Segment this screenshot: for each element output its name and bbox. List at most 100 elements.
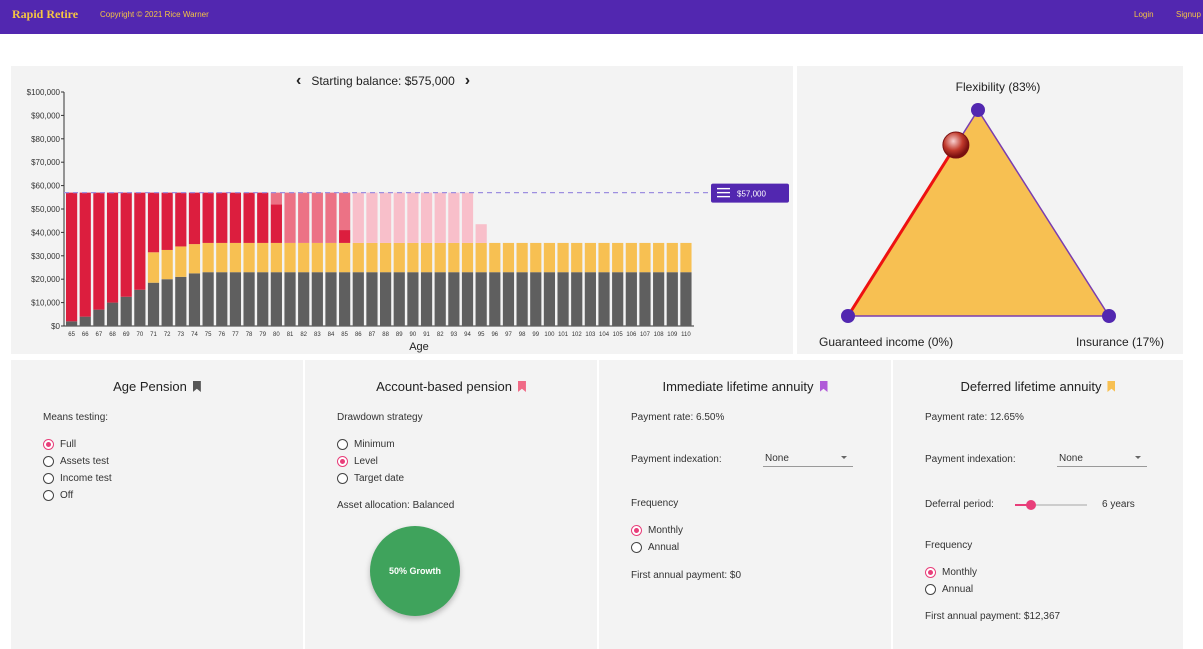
radio-button[interactable] [337, 472, 348, 484]
bar-segment [434, 272, 446, 326]
frequency-option[interactable]: Annual [925, 582, 973, 596]
bar-segment [147, 282, 160, 326]
bar-segment [298, 272, 310, 326]
bookmark-icon[interactable] [819, 381, 828, 392]
radio-button[interactable] [925, 566, 936, 578]
payment-indexation-select[interactable]: None [763, 451, 853, 467]
radio-label: Monthly [648, 524, 684, 536]
allocation-handle[interactable] [942, 131, 970, 159]
radio-button[interactable] [337, 438, 348, 450]
drawdown-option[interactable]: Target date [337, 471, 404, 485]
bookmark-icon[interactable] [192, 381, 201, 392]
login-link[interactable]: Login [1134, 10, 1154, 19]
bookmark-icon[interactable] [1107, 381, 1116, 392]
radio-button[interactable] [337, 455, 348, 467]
bar-segment [243, 192, 255, 243]
means-testing-option[interactable]: Full [43, 437, 76, 451]
payment-rate-text: Payment rate: 12.65% [925, 412, 1024, 423]
frequency-option[interactable]: Annual [631, 540, 679, 554]
x-tick-label: 68 [109, 332, 116, 338]
x-tick-label: 81 [287, 332, 294, 338]
bar-segment [311, 242, 323, 273]
bar-segment [93, 192, 105, 310]
drawdown-option[interactable]: Level [337, 454, 378, 468]
x-tick-label: 101 [558, 332, 569, 338]
bar-segment [461, 272, 474, 326]
drawdown-option[interactable]: Minimum [337, 437, 395, 451]
bar-segment [257, 242, 269, 273]
bar-segment [625, 272, 637, 326]
bar-segment [216, 272, 228, 326]
deferred-annuity-card: Deferred lifetime annuity Payment rate: … [893, 360, 1183, 649]
bar-segment [571, 272, 583, 326]
bar-segment [284, 272, 296, 326]
bar-segment [380, 272, 392, 326]
deferred-annuity-title-text: Deferred lifetime annuity [960, 379, 1102, 394]
growth-allocation-button[interactable]: 50% Growth [370, 526, 460, 616]
payment-indexation-select[interactable]: None [1057, 451, 1147, 467]
bar-segment [380, 242, 392, 273]
bar-segment [475, 272, 487, 326]
bar-segment [243, 272, 255, 326]
bar-segment [461, 242, 474, 273]
bar-segment [448, 242, 460, 273]
guaranteed-vertex[interactable] [841, 309, 855, 323]
means-testing-option[interactable]: Assets test [43, 454, 109, 468]
payment-indexation-label: Payment indexation: [631, 454, 722, 465]
bookmark-icon[interactable] [517, 381, 526, 392]
radio-button[interactable] [43, 472, 54, 484]
account-pension-title-text: Account-based pension [376, 379, 512, 394]
bar-segment [625, 242, 637, 273]
bar-segment [530, 242, 542, 273]
x-tick-label: 67 [96, 332, 103, 338]
x-tick-label: 85 [341, 332, 348, 338]
bar-segment [366, 242, 378, 273]
frequency-option[interactable]: Monthly [631, 523, 683, 537]
bar-segment [257, 192, 269, 243]
radio-button[interactable] [43, 489, 54, 501]
bar-segment [120, 192, 132, 297]
indexation-value: None [765, 453, 789, 464]
bar-segment [66, 321, 78, 326]
flexibility-vertex[interactable] [971, 103, 985, 117]
radio-button[interactable] [631, 541, 642, 553]
bar-segment [639, 272, 651, 326]
deferral-period-slider[interactable] [1015, 500, 1087, 510]
bar-segment [298, 192, 310, 243]
x-tick-label: 88 [382, 332, 389, 338]
means-testing-option[interactable]: Off [43, 488, 73, 502]
x-tick-label: 110 [681, 332, 691, 338]
radio-button[interactable] [925, 583, 936, 595]
immediate-annuity-title-text: Immediate lifetime annuity [662, 379, 814, 394]
bar-segment [188, 273, 201, 326]
x-tick-label: 77 [232, 332, 239, 338]
radio-label: Minimum [354, 438, 395, 450]
bar-segment [448, 272, 460, 326]
radio-button[interactable] [631, 524, 642, 536]
bar-segment [475, 242, 487, 273]
immediate-annuity-title: Immediate lifetime annuity [599, 379, 891, 394]
brand-logo[interactable]: Rapid Retire [12, 7, 78, 22]
x-tick-label: 93 [451, 332, 458, 338]
x-tick-label: 90 [410, 332, 417, 338]
bar-segment [257, 272, 269, 326]
bar-segment [407, 192, 419, 243]
frequency-option[interactable]: Monthly [925, 565, 977, 579]
bar-segment [598, 242, 610, 273]
bar-segment [530, 272, 542, 326]
radio-button[interactable] [43, 438, 54, 450]
x-tick-label: 106 [626, 332, 637, 338]
x-tick-label: 73 [177, 332, 184, 338]
signup-link[interactable]: Signup [1176, 10, 1201, 19]
bar-segment [557, 242, 569, 273]
bar-segment [557, 272, 569, 326]
x-tick-label: 74 [191, 332, 198, 338]
x-tick-label: 72 [164, 332, 171, 338]
means-testing-option[interactable]: Income test [43, 471, 112, 485]
radio-button[interactable] [43, 455, 54, 467]
insurance-vertex[interactable] [1102, 309, 1116, 323]
bar-segment [229, 192, 242, 243]
slider-thumb[interactable] [1025, 500, 1036, 510]
bar-segment [147, 192, 160, 253]
bar-segment [229, 272, 242, 326]
